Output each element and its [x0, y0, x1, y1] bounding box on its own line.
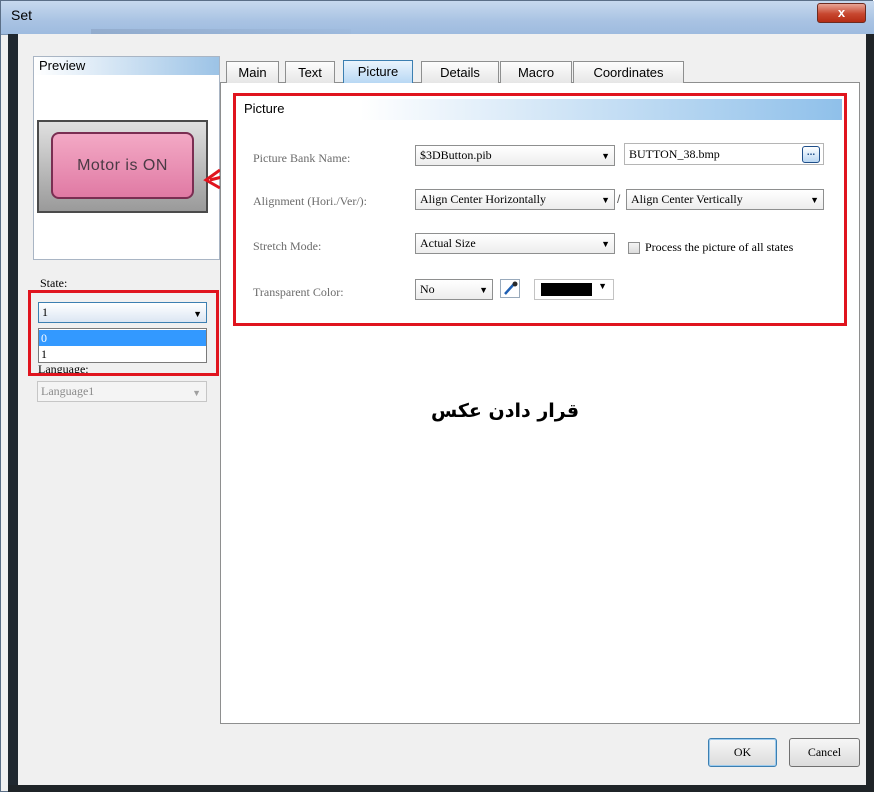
- language-select[interactable]: Language1 ▼: [37, 381, 207, 402]
- title-bar[interactable]: Set x: [1, 1, 874, 35]
- align-vertical-select[interactable]: Align Center Vertically ▼: [626, 189, 824, 210]
- chevron-down-icon: ▼: [601, 151, 610, 161]
- stretch-mode-select[interactable]: Actual Size ▼: [415, 233, 615, 254]
- state-label: State:: [40, 276, 68, 290]
- tab-picture[interactable]: Picture: [343, 60, 413, 83]
- chevron-down-icon: ▼: [192, 388, 201, 398]
- chevron-down-icon: ▼: [810, 195, 819, 205]
- state-option-1[interactable]: 1: [39, 346, 206, 362]
- picture-file-value: BUTTON_38.bmp: [629, 147, 720, 161]
- window-title: Set: [11, 7, 33, 23]
- tab-main[interactable]: Main: [226, 61, 279, 83]
- tab-text[interactable]: Text: [285, 61, 335, 83]
- close-button[interactable]: x: [817, 3, 866, 23]
- ok-button[interactable]: OK: [708, 738, 777, 767]
- align-vertical-value: Align Center Vertically: [631, 192, 743, 206]
- alignment-separator: /: [617, 192, 621, 206]
- annotation-text: قرار دادن عکس: [431, 400, 580, 422]
- chevron-down-icon: ▼: [601, 239, 610, 249]
- tab-coordinates[interactable]: Coordinates: [573, 61, 684, 83]
- alignment-label: Alignment (Hori./Ver/):: [253, 194, 367, 208]
- color-picker-icon[interactable]: [500, 279, 520, 298]
- stretch-mode-value: Actual Size: [420, 236, 476, 250]
- state-select[interactable]: 1 ▼: [38, 302, 207, 323]
- window-frame-bottom: [8, 785, 874, 792]
- window-frame-left: [8, 34, 18, 786]
- picture-bank-select[interactable]: $3DButton.pib ▼: [415, 145, 615, 166]
- align-horizontal-select[interactable]: Align Center Horizontally ▼: [415, 189, 615, 210]
- transparent-color-select[interactable]: ▼: [534, 279, 614, 300]
- picture-file-field[interactable]: BUTTON_38.bmp: [624, 143, 824, 165]
- preview-panel: Preview Motor is ON: [33, 56, 220, 260]
- state-option-0[interactable]: 0: [39, 330, 206, 346]
- process-all-states-checkbox[interactable]: [628, 242, 640, 254]
- transparent-select[interactable]: No ▼: [415, 279, 493, 300]
- state-select-value: 1: [42, 305, 48, 319]
- chevron-down-icon: ▼: [193, 309, 202, 319]
- align-horizontal-value: Align Center Horizontally: [420, 192, 546, 206]
- preview-button-label: Motor is ON: [51, 132, 194, 199]
- color-swatch: [541, 283, 592, 296]
- chevron-down-icon: ▼: [479, 285, 488, 295]
- stretch-mode-label: Stretch Mode:: [253, 239, 322, 253]
- preview-button-frame: Motor is ON: [37, 120, 208, 213]
- state-dropdown-list: 0 1: [38, 328, 207, 363]
- tab-details[interactable]: Details: [421, 61, 499, 83]
- picture-group-header: Picture: [240, 99, 842, 120]
- cancel-button[interactable]: Cancel: [789, 738, 860, 767]
- language-select-value: Language1: [41, 384, 95, 398]
- window-frame-right: [866, 34, 874, 786]
- browse-button[interactable]: ...: [802, 146, 820, 163]
- transparent-color-label: Transparent Color:: [253, 285, 344, 299]
- transparent-value: No: [420, 282, 435, 296]
- tab-macro[interactable]: Macro: [500, 61, 572, 83]
- picture-bank-label: Picture Bank Name:: [253, 151, 351, 165]
- preview-header: Preview: [34, 57, 219, 75]
- picture-bank-value: $3DButton.pib: [420, 148, 492, 162]
- chevron-down-icon: ▼: [601, 195, 610, 205]
- chevron-down-icon: ▼: [598, 281, 607, 291]
- process-all-states-label: Process the picture of all states: [645, 240, 794, 254]
